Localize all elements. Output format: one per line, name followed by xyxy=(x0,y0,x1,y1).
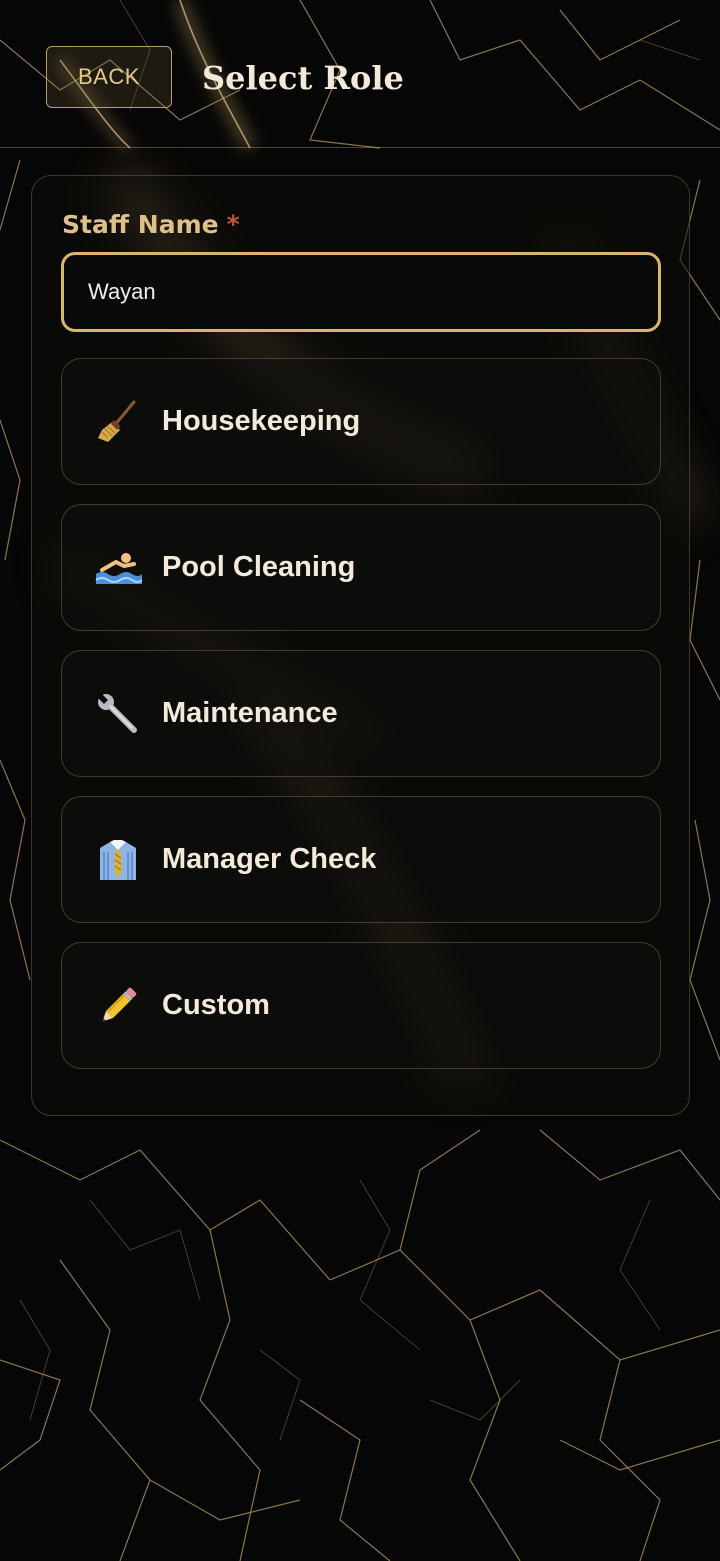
role-button-housekeeping[interactable]: Housekeeping xyxy=(61,358,661,485)
shirt-tie-icon xyxy=(94,836,142,884)
required-marker: * xyxy=(226,210,240,239)
page-title: Select Role xyxy=(202,59,404,97)
role-label-manager-check: Manager Check xyxy=(162,843,377,875)
role-label-pool-cleaning: Pool Cleaning xyxy=(162,551,356,583)
broom-icon xyxy=(94,398,142,446)
staff-name-input[interactable] xyxy=(61,252,661,332)
swimmer-icon xyxy=(94,544,142,592)
pencil-icon xyxy=(94,982,142,1030)
role-label-maintenance: Maintenance xyxy=(162,697,338,729)
back-button[interactable]: BACK xyxy=(46,46,172,108)
staff-name-label: Staff Name * xyxy=(62,210,240,239)
role-label-housekeeping: Housekeeping xyxy=(162,405,361,437)
staff-name-label-text: Staff Name xyxy=(62,210,219,239)
role-button-manager-check[interactable]: Manager Check xyxy=(61,796,661,923)
role-label-custom: Custom xyxy=(162,989,270,1021)
wrench-icon xyxy=(94,690,142,738)
role-selection-card: Staff Name * Housekeeping Pool Cleaning xyxy=(31,175,690,1116)
role-button-maintenance[interactable]: Maintenance xyxy=(61,650,661,777)
header-divider xyxy=(0,147,720,148)
role-button-custom[interactable]: Custom xyxy=(61,942,661,1069)
role-button-pool-cleaning[interactable]: Pool Cleaning xyxy=(61,504,661,631)
header: BACK Select Role xyxy=(0,0,720,148)
